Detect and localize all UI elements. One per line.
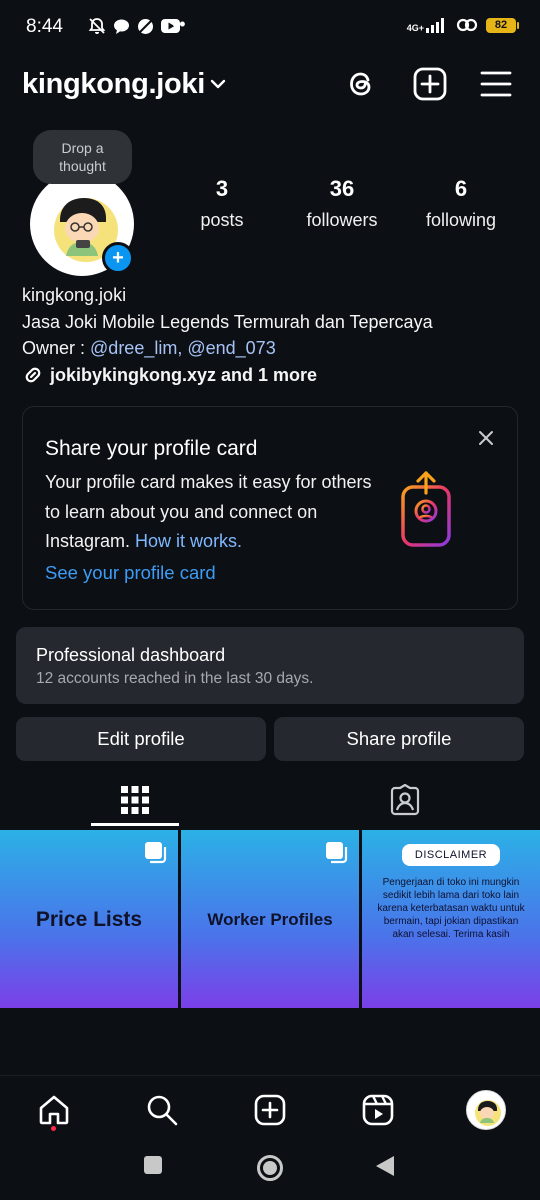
status-bar: 8:44 •• 4G+ 82 bbox=[0, 0, 540, 56]
profile-avatar-icon bbox=[466, 1090, 506, 1130]
account-switcher[interactable]: kingkong.joki bbox=[22, 68, 205, 101]
disclaimer-badge: DISCLAIMER bbox=[402, 844, 500, 866]
posts-count[interactable]: 3 posts bbox=[186, 176, 258, 231]
bottom-navigation bbox=[0, 1075, 540, 1141]
tab-posts-grid[interactable] bbox=[0, 772, 270, 828]
create-icon bbox=[254, 1094, 286, 1126]
profile-card-illustration-icon bbox=[401, 471, 451, 547]
battery-icon: 82 bbox=[486, 17, 519, 33]
nav-home[interactable] bbox=[34, 1090, 74, 1130]
reels-icon bbox=[362, 1094, 394, 1126]
bio-text: Jasa Joki Mobile Legends Termurah dan Te… bbox=[22, 311, 433, 332]
dashboard-title: Professional dashboard bbox=[36, 645, 226, 665]
mention-link[interactable]: @end_073 bbox=[187, 338, 275, 358]
profile-header: kingkong.joki bbox=[0, 56, 540, 116]
owner-line: Owner : @dree_lim, @end_073 bbox=[22, 335, 522, 362]
professional-dashboard[interactable]: Professional dashboard 12 accounts reach… bbox=[16, 627, 524, 704]
multi-image-icon bbox=[145, 842, 167, 864]
stat-label: following bbox=[425, 210, 497, 230]
more-notifications-dots: •• bbox=[172, 14, 187, 34]
silent-bell-icon bbox=[88, 18, 106, 34]
nav-reels[interactable] bbox=[358, 1090, 398, 1130]
hotspot-icon bbox=[456, 18, 478, 32]
profile-bio: kingkong.joki Jasa Joki Mobile Legends T… bbox=[22, 282, 522, 388]
notification-icons bbox=[88, 17, 180, 35]
status-time: 8:44 bbox=[26, 16, 63, 37]
following-count[interactable]: 6 following bbox=[417, 176, 505, 231]
share-profile-button[interactable]: Share profile bbox=[274, 717, 524, 761]
ball-icon bbox=[138, 18, 153, 34]
followers-count[interactable]: 36 followers bbox=[296, 176, 388, 231]
profile-name: kingkong.joki bbox=[22, 285, 127, 305]
profile-avatar[interactable]: + bbox=[30, 172, 134, 276]
stat-label: posts bbox=[200, 210, 244, 230]
tagged-tab-icon bbox=[390, 784, 420, 816]
network-type: 4G+ bbox=[406, 23, 424, 33]
disclaimer-text: Pengerjaan di toko ini mungkin sedikit l… bbox=[377, 877, 525, 940]
post-tile-disclaimer[interactable]: DISCLAIMER Pengerjaan di toko ini mungki… bbox=[362, 830, 540, 1008]
new-post-icon[interactable] bbox=[412, 66, 448, 102]
stat-label: followers bbox=[306, 210, 378, 230]
recent-apps-icon[interactable] bbox=[142, 1154, 164, 1176]
see-profile-card-link[interactable]: See your profile card bbox=[45, 562, 216, 584]
owner-prefix: Owner : bbox=[22, 338, 91, 358]
nav-create[interactable] bbox=[250, 1090, 290, 1130]
card-title: Share your profile card bbox=[45, 437, 258, 460]
multi-image-icon bbox=[326, 842, 348, 864]
threads-icon[interactable] bbox=[344, 66, 380, 102]
stat-value: 36 bbox=[329, 176, 355, 201]
grid-tab-icon bbox=[121, 786, 149, 814]
post-title: Price Lists bbox=[35, 908, 143, 931]
post-tile-price-lists[interactable]: Price Lists bbox=[0, 830, 178, 1008]
external-links[interactable]: jokibykingkong.xyz and 1 more bbox=[22, 362, 522, 389]
nav-search[interactable] bbox=[142, 1090, 182, 1130]
search-icon bbox=[147, 1095, 178, 1126]
home-button-icon[interactable] bbox=[256, 1154, 284, 1182]
how-it-works-link[interactable]: How it works. bbox=[135, 531, 242, 551]
active-tab-indicator bbox=[91, 823, 179, 826]
mention-separator: , bbox=[177, 338, 188, 358]
nav-profile[interactable] bbox=[466, 1090, 506, 1130]
edit-profile-button[interactable]: Edit profile bbox=[16, 717, 266, 761]
post-tile-worker-profiles[interactable]: Worker Profiles bbox=[181, 830, 359, 1008]
stat-value: 6 bbox=[454, 176, 468, 201]
thought-bubble[interactable]: Drop a thought bbox=[33, 130, 132, 184]
chevron-down-icon[interactable] bbox=[208, 74, 228, 94]
chat-bubble-icon bbox=[114, 19, 129, 34]
profile-card-promo: Share your profile card Your profile car… bbox=[22, 406, 518, 610]
dashboard-subtitle: 12 accounts reached in the last 30 days. bbox=[36, 670, 314, 687]
menu-icon[interactable] bbox=[478, 66, 514, 102]
system-navigation-bar bbox=[0, 1141, 540, 1200]
back-button-icon[interactable] bbox=[374, 1154, 396, 1178]
add-story-button[interactable]: + bbox=[102, 242, 134, 274]
signal-icon: 4G+ bbox=[407, 17, 448, 33]
post-title: Worker Profiles bbox=[207, 910, 333, 929]
link-text: jokibykingkong.xyz and 1 more bbox=[50, 364, 318, 385]
system-status-icons: 4G+ 82 bbox=[407, 16, 519, 34]
card-body: Your profile card makes it easy for othe… bbox=[45, 468, 385, 557]
link-icon bbox=[25, 367, 41, 383]
battery-level: 82 bbox=[494, 19, 508, 31]
stat-value: 3 bbox=[215, 176, 229, 201]
tab-tagged[interactable] bbox=[270, 772, 540, 828]
home-icon bbox=[39, 1095, 69, 1125]
close-icon[interactable] bbox=[477, 429, 495, 447]
notification-dot bbox=[51, 1126, 56, 1131]
mention-link[interactable]: @dree_lim bbox=[90, 338, 177, 358]
